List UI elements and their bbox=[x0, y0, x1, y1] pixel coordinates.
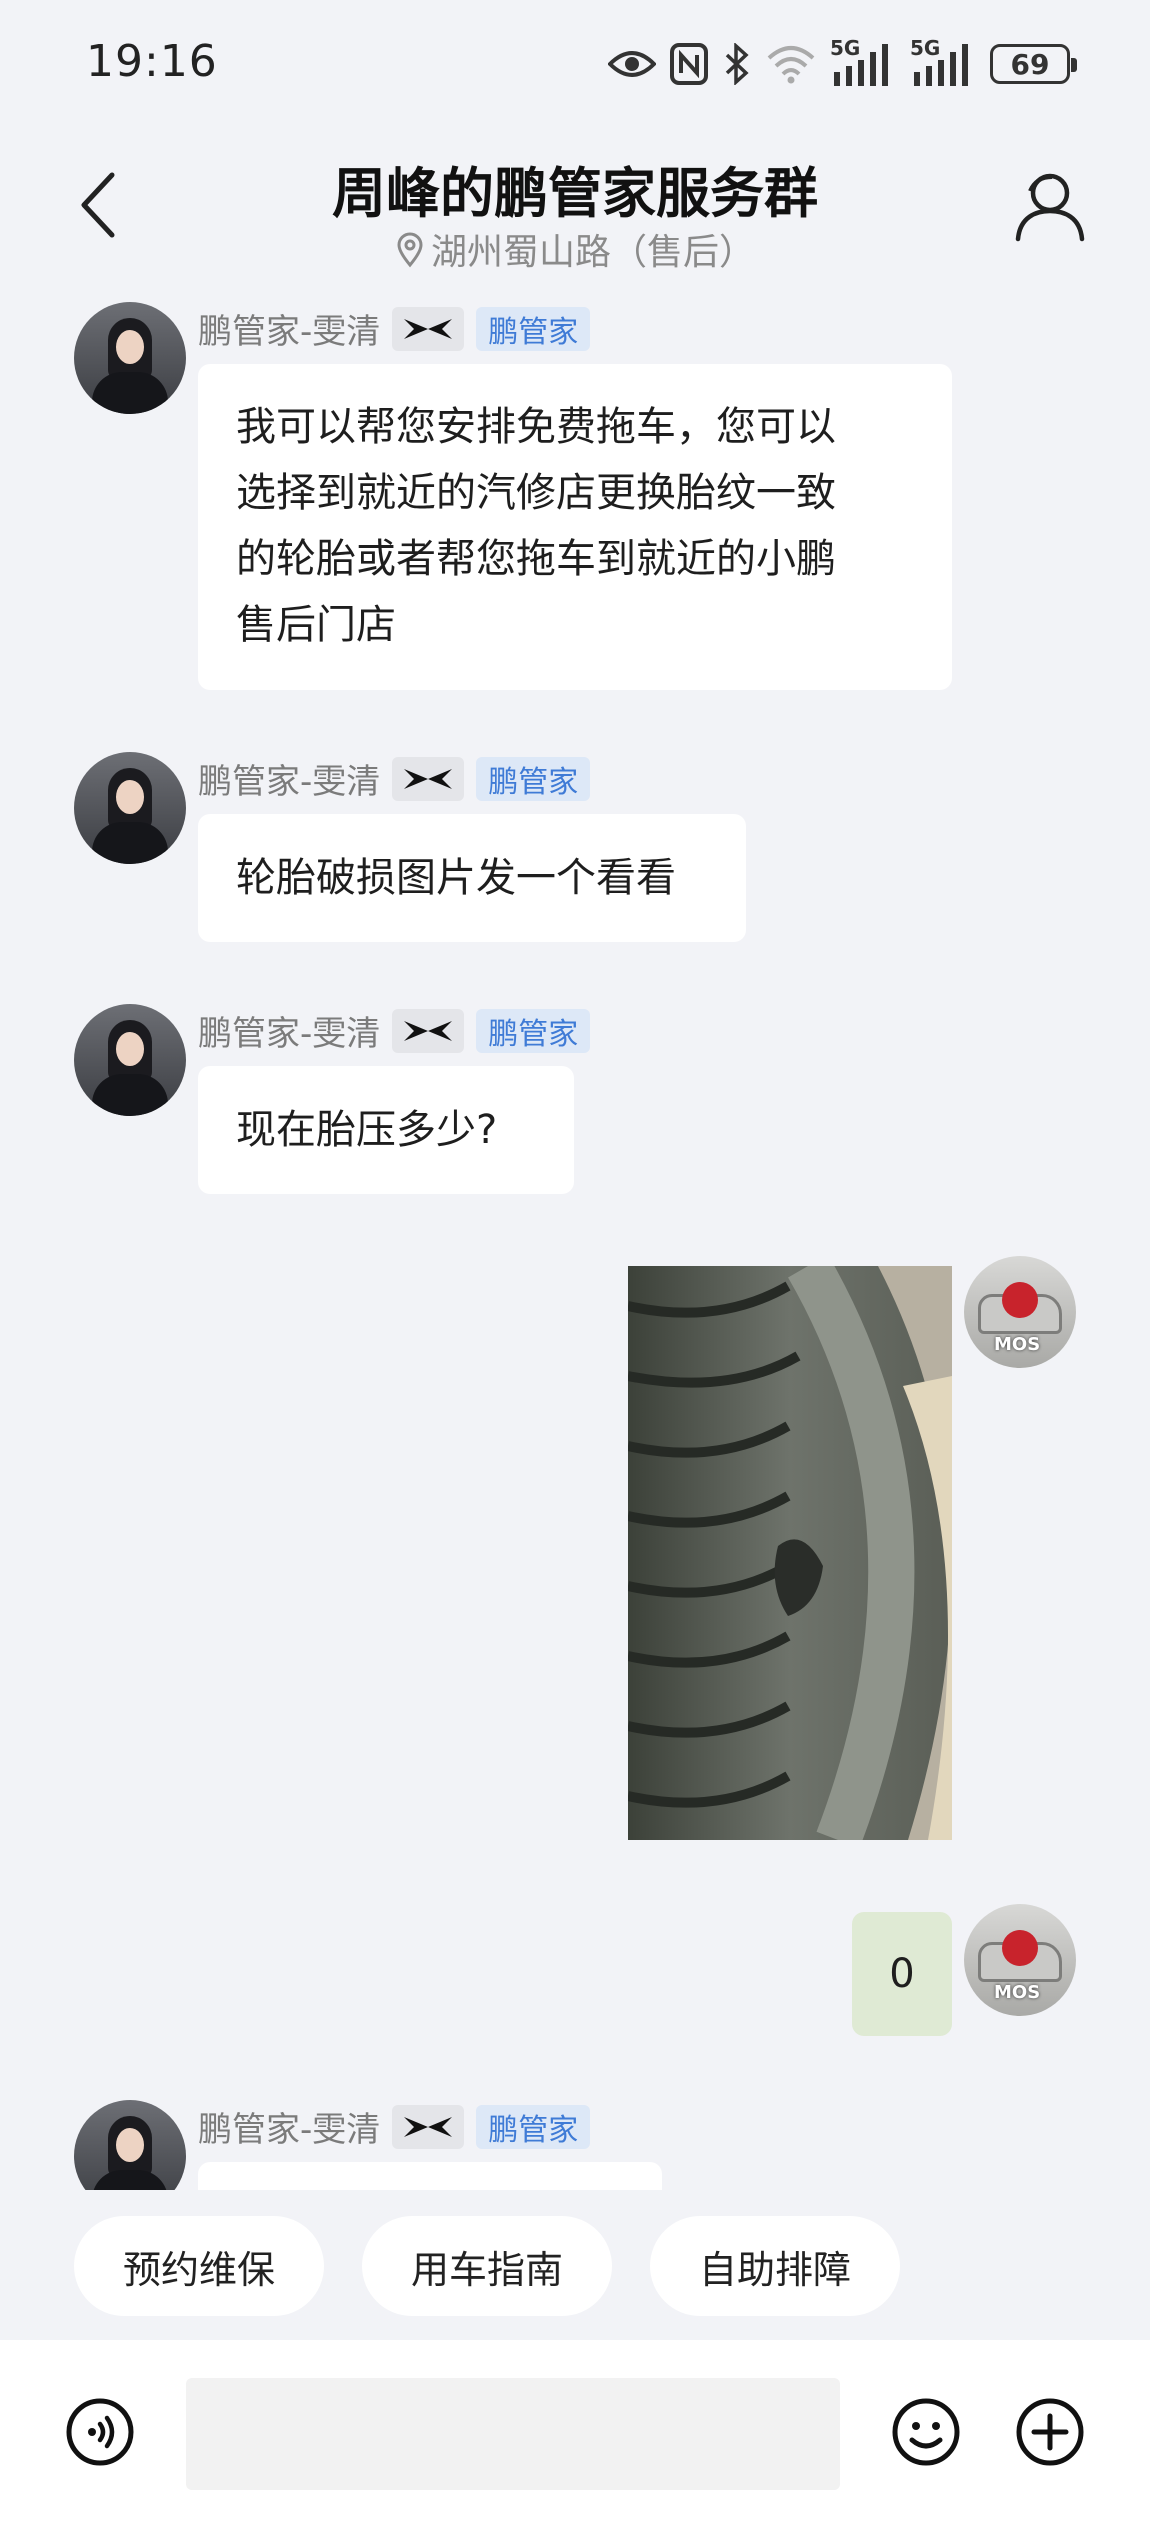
sender-name: 鹏管家-雯清 bbox=[198, 312, 381, 352]
status-time: 19:16 bbox=[86, 36, 218, 87]
emoji-icon[interactable] bbox=[890, 2396, 962, 2468]
user-avatar[interactable]: MOS bbox=[964, 1904, 1076, 2016]
eye-icon bbox=[608, 51, 656, 77]
message-input[interactable] bbox=[186, 2378, 840, 2490]
quick-action-troubleshoot[interactable]: 自助排障 bbox=[650, 2216, 900, 2316]
brand-logo-icon bbox=[392, 2104, 465, 2149]
signal-icon bbox=[914, 44, 968, 86]
brand-logo-icon bbox=[392, 1008, 465, 1053]
chat-header: 周峰的鹏管家服务群 湖州蜀山路（售后） bbox=[0, 135, 1150, 285]
brand-logo-icon bbox=[392, 756, 465, 801]
signal-icon bbox=[834, 44, 888, 86]
wifi-icon bbox=[767, 46, 815, 84]
plus-icon[interactable] bbox=[1014, 2396, 1086, 2468]
location-pin-icon bbox=[397, 232, 423, 268]
quick-action-maintenance[interactable]: 预约维保 bbox=[74, 2216, 324, 2316]
quick-action-guide[interactable]: 用车指南 bbox=[362, 2216, 612, 2316]
tire-photo[interactable] bbox=[628, 1266, 952, 1840]
voice-icon[interactable] bbox=[64, 2396, 136, 2468]
agent-avatar[interactable] bbox=[74, 2100, 186, 2190]
role-badge: 鹏管家 bbox=[476, 756, 591, 801]
signal-2: 5G bbox=[910, 36, 976, 88]
members-icon[interactable] bbox=[1010, 165, 1090, 245]
agent-avatar[interactable] bbox=[74, 1004, 186, 1116]
user-avatar[interactable]: MOS bbox=[964, 1256, 1076, 1368]
signal-1: 5G bbox=[830, 36, 896, 88]
bluetooth-icon bbox=[725, 43, 749, 85]
nfc-icon bbox=[670, 43, 708, 85]
message-bubble[interactable]: 我可以帮您安排免费拖车，您可以 选择到就近的汽修店更换胎纹一致 的轮胎或者帮您拖… bbox=[198, 364, 952, 690]
status-bar: 19:16 5G 5G 69 bbox=[0, 0, 1150, 135]
page-subtitle: 湖州蜀山路（售后） bbox=[0, 223, 1150, 275]
message-bubble[interactable]: 现在胎压多少? bbox=[198, 1066, 574, 1194]
status-icons: 5G 5G 69 bbox=[608, 36, 1077, 88]
role-badge: 鹏管家 bbox=[476, 1008, 591, 1053]
sender-name: 鹏管家-雯清 bbox=[198, 762, 381, 802]
sender-info: 鹏管家-雯清 鹏管家 bbox=[198, 754, 591, 803]
agent-avatar[interactable] bbox=[74, 302, 186, 414]
sender-info: 鹏管家-雯清 鹏管家 bbox=[198, 2102, 591, 2151]
role-badge: 鹏管家 bbox=[476, 2104, 591, 2149]
location-text: 湖州蜀山路（售后） bbox=[430, 232, 755, 273]
sender-name: 鹏管家-雯清 bbox=[198, 1014, 381, 1054]
tire-image bbox=[628, 1266, 952, 1840]
partial-message: 鹏管家-雯清 鹏管家 bbox=[0, 2090, 1150, 2190]
user-message-bubble[interactable]: 0 bbox=[852, 1912, 952, 2036]
agent-avatar[interactable] bbox=[74, 752, 186, 864]
message-bubble[interactable] bbox=[198, 2162, 662, 2190]
input-bar bbox=[0, 2340, 1150, 2525]
message-bubble[interactable]: 轮胎破损图片发一个看看 bbox=[198, 814, 746, 942]
brand-logo-icon bbox=[392, 306, 465, 351]
sender-info: 鹏管家-雯清 鹏管家 bbox=[198, 1006, 591, 1055]
battery-indicator: 69 bbox=[990, 44, 1077, 84]
page-title: 周峰的鹏管家服务群 bbox=[332, 162, 818, 225]
sender-info: 鹏管家-雯清 鹏管家 bbox=[198, 304, 591, 353]
sender-name: 鹏管家-雯清 bbox=[198, 2110, 381, 2150]
role-badge: 鹏管家 bbox=[476, 306, 591, 351]
